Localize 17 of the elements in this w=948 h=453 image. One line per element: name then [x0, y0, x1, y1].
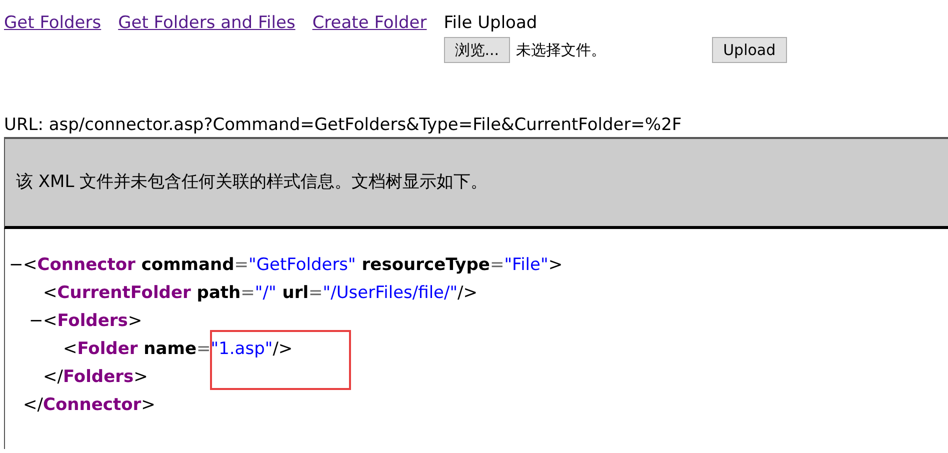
xml-code-line: </Folders>: [43, 366, 148, 389]
collapse-toggle[interactable]: −: [9, 251, 23, 279]
nav-link[interactable]: Create Folder: [312, 10, 427, 36]
xml-notice-text: 该 XML 文件并未包含任何关联的样式信息。文档树显示如下。: [16, 170, 488, 194]
nav-link[interactable]: Get Folders: [4, 10, 102, 36]
upload-button[interactable]: Upload: [712, 37, 787, 63]
xml-code-line: </Connector>: [23, 394, 156, 417]
xml-code-line: <CurrentFolder path="/" url="/UserFiles/file/"/>: [43, 282, 478, 305]
file-status-text: 未选择文件。: [516, 40, 608, 61]
xml-code-line: <Folder name="1.asp"/>: [63, 338, 293, 361]
collapse-toggle[interactable]: −: [29, 307, 43, 335]
nav-link[interactable]: Get Folders and Files: [118, 10, 296, 36]
browse-button[interactable]: 浏览...: [444, 37, 510, 63]
upload-title: File Upload: [444, 12, 538, 35]
xml-code-line: <Connector command="GetFolders" resourceType="File">: [23, 254, 563, 277]
xml-code-line: <Folders>: [43, 310, 142, 333]
url-text: URL: asp/connector.asp?Command=GetFolders&Type=File&CurrentFolder=%2F: [4, 114, 683, 137]
